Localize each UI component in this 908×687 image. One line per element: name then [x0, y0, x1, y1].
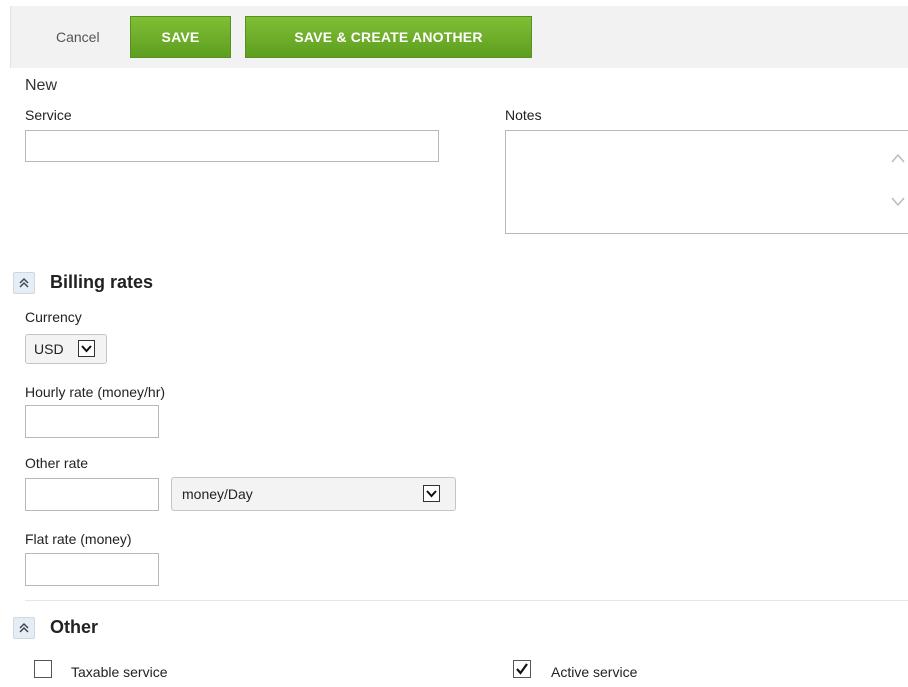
- notes-textarea[interactable]: [505, 130, 908, 234]
- chevron-down-icon: [423, 485, 440, 502]
- page-title: New: [25, 77, 58, 94]
- save-button[interactable]: SAVE: [130, 16, 231, 58]
- hourly-rate-label: Hourly rate (money/hr): [25, 384, 166, 400]
- taxable-service-label: Taxable service: [71, 664, 168, 680]
- currency-select[interactable]: USD: [25, 334, 107, 364]
- double-chevron-up-icon: [19, 277, 29, 288]
- currency-label: Currency: [25, 309, 82, 325]
- currency-value: USD: [34, 341, 64, 357]
- checkmark-icon: [516, 663, 528, 675]
- save-and-create-another-button[interactable]: SAVE & CREATE ANOTHER: [245, 16, 532, 58]
- hourly-rate-input[interactable]: [25, 405, 159, 438]
- scroll-up-icon[interactable]: [891, 153, 905, 163]
- other-heading: Other: [50, 617, 99, 637]
- taxable-service-checkbox[interactable]: [34, 660, 52, 678]
- collapse-other-button[interactable]: [13, 617, 35, 639]
- other-rate-label: Other rate: [25, 455, 89, 471]
- active-service-checkbox[interactable]: [513, 660, 531, 678]
- active-service-label: Active service: [551, 664, 638, 680]
- flat-rate-label: Flat rate (money): [25, 531, 132, 547]
- chevron-down-icon: [78, 340, 95, 357]
- other-rate-unit-value: money/Day: [182, 486, 253, 502]
- scroll-down-icon[interactable]: [891, 197, 905, 207]
- service-label: Service: [25, 107, 72, 123]
- section-divider: [25, 600, 908, 601]
- cancel-link[interactable]: Cancel: [56, 29, 100, 45]
- service-input[interactable]: [25, 130, 439, 162]
- notes-label: Notes: [505, 107, 542, 123]
- other-rate-unit-select[interactable]: money/Day: [171, 477, 456, 511]
- flat-rate-input[interactable]: [25, 553, 159, 586]
- other-rate-input[interactable]: [25, 478, 159, 511]
- billing-rates-heading: Billing rates: [50, 272, 154, 292]
- collapse-billing-rates-button[interactable]: [13, 272, 35, 294]
- double-chevron-up-icon: [19, 622, 29, 633]
